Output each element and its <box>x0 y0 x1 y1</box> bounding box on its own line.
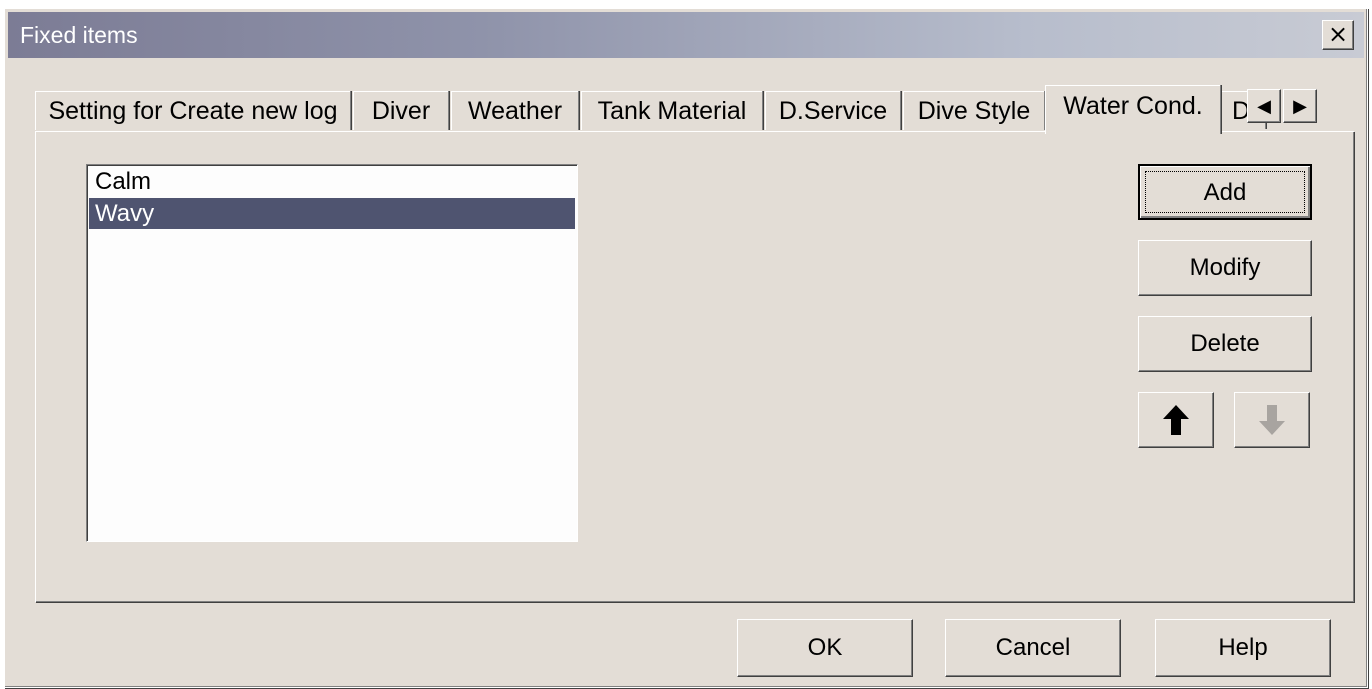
arrow-up-icon <box>1163 405 1189 435</box>
tab-label: Water Cond. <box>1063 92 1203 120</box>
triangle-right-icon: ▶ <box>1293 96 1307 116</box>
move-up-button[interactable] <box>1138 392 1214 448</box>
tab-label: Dive Style <box>917 97 1031 125</box>
tab-setting-for-create-new-log[interactable]: Setting for Create new log <box>35 91 350 130</box>
tab-label: Diver <box>371 97 431 125</box>
window-title: Fixed items <box>20 22 138 48</box>
help-button-label: Help <box>1218 634 1268 661</box>
tab-scroll-left-button[interactable]: ◀ <box>1247 89 1281 123</box>
tab-scroll-right-button[interactable]: ▶ <box>1283 89 1317 123</box>
tab-label: Setting for Create new log <box>48 97 338 125</box>
title-bar[interactable]: Fixed items × <box>8 12 1364 58</box>
tab-tank-material[interactable]: Tank Material <box>581 91 762 130</box>
modify-button-label: Modify <box>1189 254 1261 281</box>
ok-button-label: OK <box>807 634 843 661</box>
tab-label: D.Service <box>778 97 888 125</box>
help-button[interactable]: Help <box>1155 619 1331 677</box>
list-item[interactable]: Calm <box>89 166 575 197</box>
close-icon: × <box>1327 20 1349 48</box>
list-item-selected[interactable]: Wavy <box>89 198 575 229</box>
modify-button[interactable]: Modify <box>1138 240 1312 296</box>
move-down-button[interactable] <box>1234 392 1310 448</box>
arrow-down-icon <box>1259 405 1285 435</box>
tab-label: Tank Material <box>597 97 747 125</box>
ok-button[interactable]: OK <box>737 619 913 677</box>
delete-button-label: Delete <box>1190 330 1260 357</box>
add-button[interactable]: Add <box>1138 164 1312 220</box>
cancel-button[interactable]: Cancel <box>945 619 1121 677</box>
water-cond-listbox[interactable]: Calm Wavy <box>86 164 578 542</box>
cancel-button-label: Cancel <box>995 634 1071 661</box>
tab-label: Weather <box>467 97 563 125</box>
close-button[interactable]: × <box>1322 20 1354 50</box>
delete-button[interactable]: Delete <box>1138 316 1312 372</box>
tab-water-cond[interactable]: Water Cond. <box>1045 85 1220 134</box>
tab-weather[interactable]: Weather <box>451 91 578 130</box>
tab-diver[interactable]: Diver <box>353 91 448 130</box>
tab-dive-style[interactable]: Dive Style <box>903 91 1044 130</box>
water-cond-panel: Calm Wavy Add Modify Delete <box>35 131 1354 602</box>
triangle-left-icon: ◀ <box>1257 96 1271 116</box>
fixed-items-dialog: Fixed items × Setting for Create new log… <box>4 8 1368 688</box>
tab-d-service[interactable]: D.Service <box>765 91 900 130</box>
focus-rect <box>1145 171 1305 213</box>
